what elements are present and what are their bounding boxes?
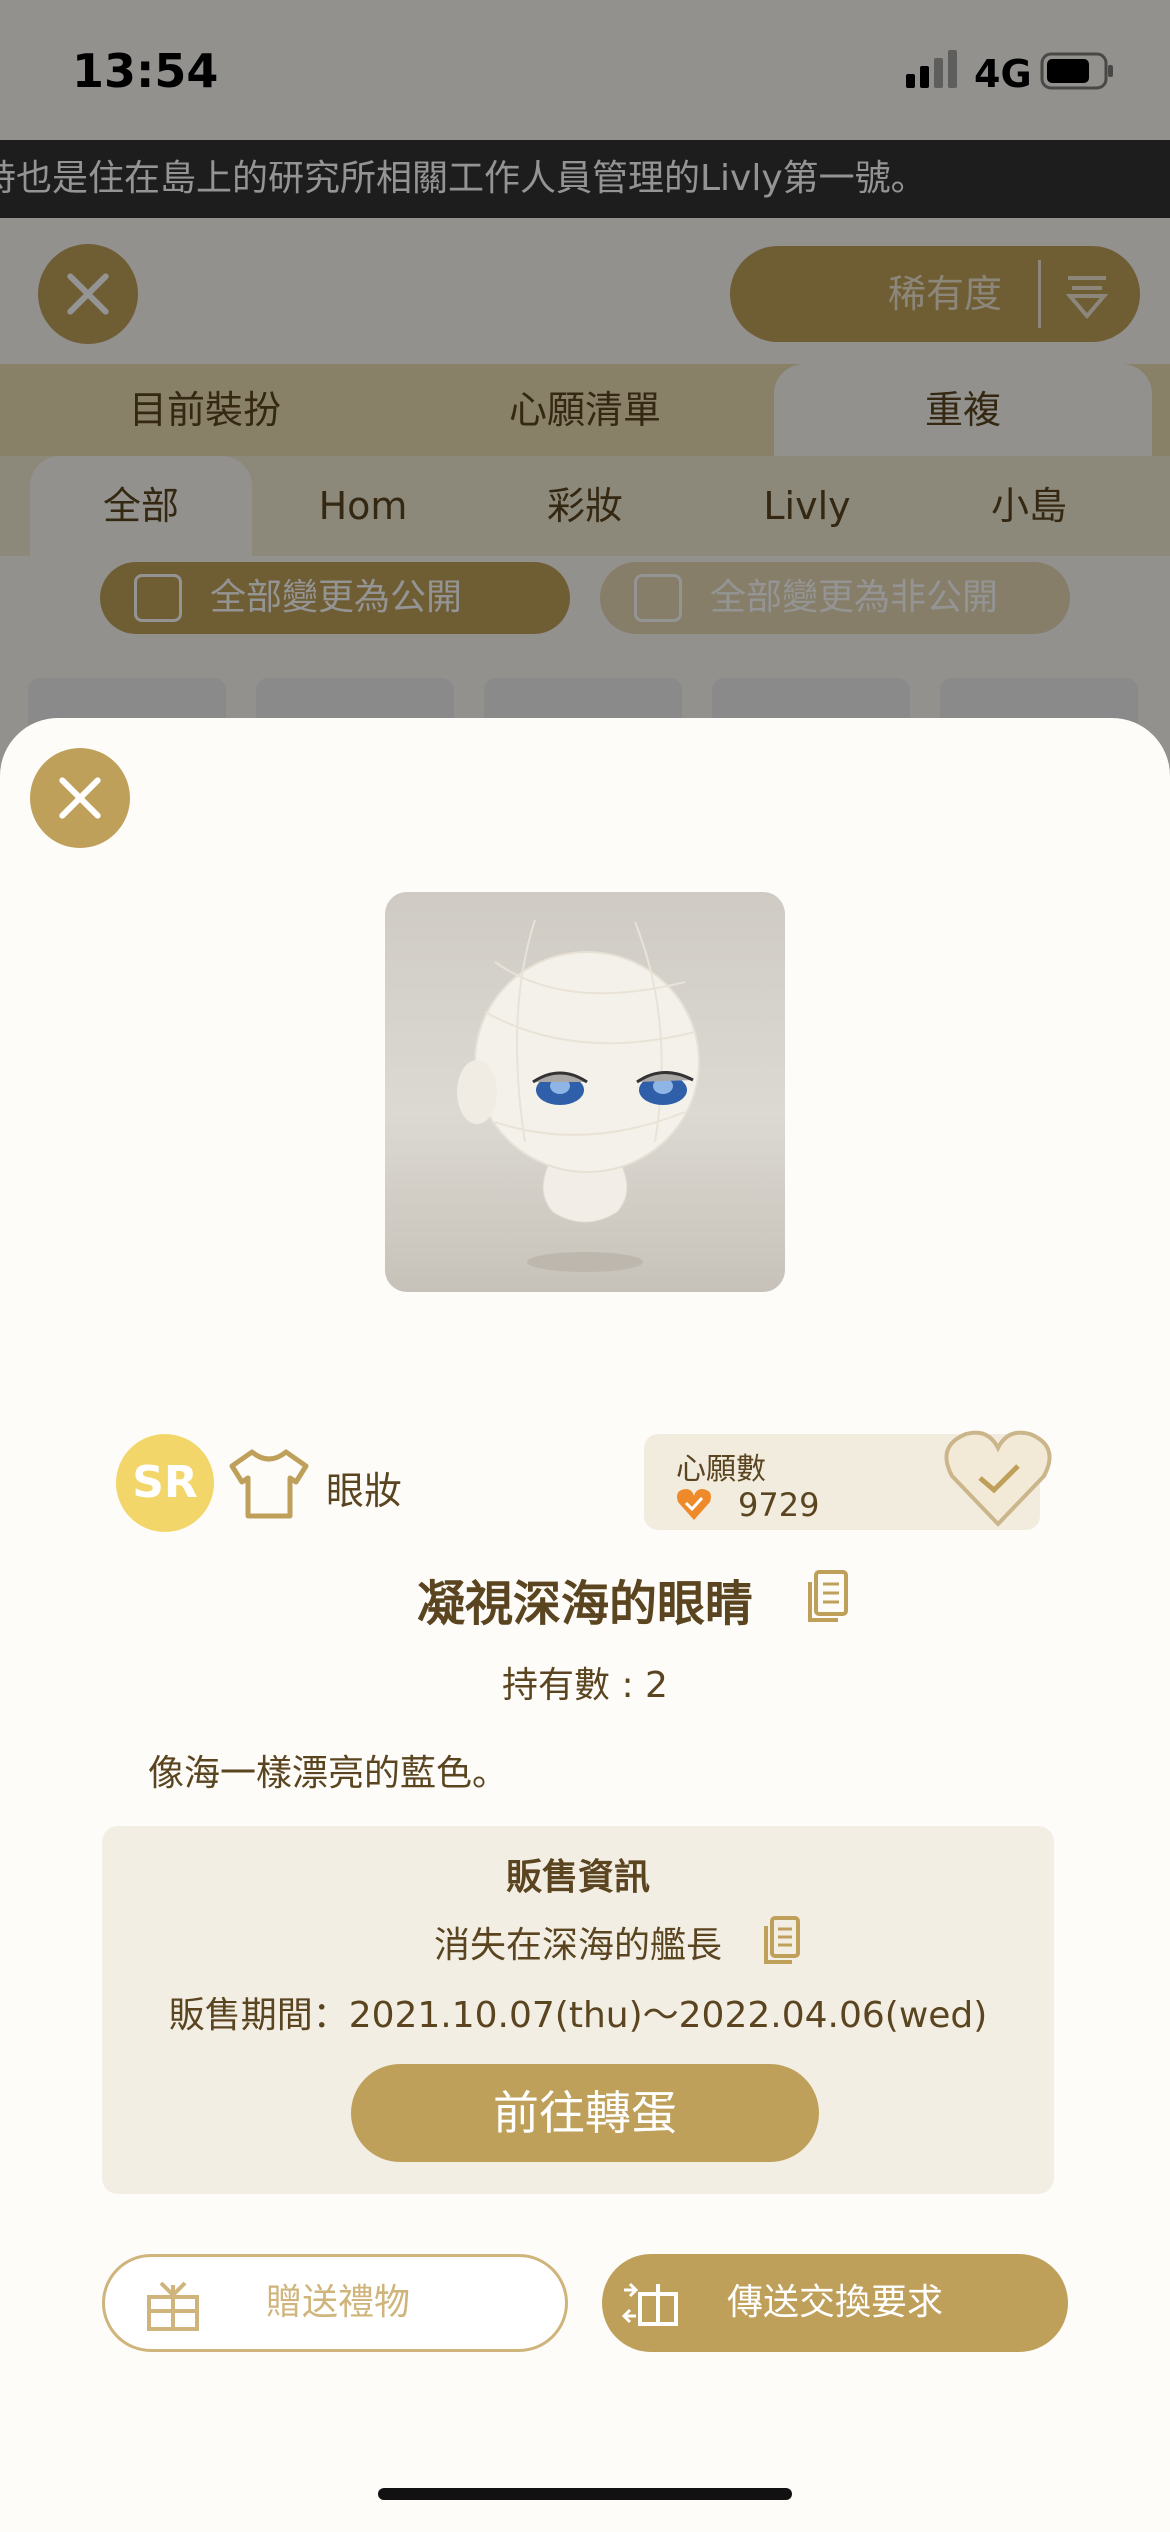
item-name: 凝視深海的眼睛 <box>416 1576 753 1632</box>
close-sheet-button[interactable] <box>30 748 130 848</box>
copy-icon[interactable] <box>804 1568 850 1624</box>
copy-icon[interactable] <box>762 1914 802 1966</box>
wish-count: 9729 <box>738 1486 820 1524</box>
sale-info-title: 販售資訊 <box>505 1857 650 1898</box>
send-gift-label: 贈送禮物 <box>265 2282 410 2323</box>
item-description: 像海一樣漂亮的藍色。 <box>148 1753 509 1794</box>
sale-period: 販售期間：2021.10.07(thu)〜2022.04.06(wed) <box>168 1995 988 2036</box>
tshirt-icon <box>229 1449 309 1519</box>
send-gift-button[interactable]: 贈送禮物 <box>102 2254 568 2352</box>
go-to-gacha-button[interactable]: 前往轉蛋 <box>351 2064 819 2162</box>
trade-request-label: 傳送交換要求 <box>726 2282 943 2323</box>
wish-label: 心願數 <box>676 1452 766 1487</box>
home-indicator[interactable] <box>378 2488 792 2500</box>
item-name-row: 凝視深海的眼睛 <box>0 1564 1170 1634</box>
gacha-name: 消失在深海的艦長 <box>433 1925 722 1966</box>
item-category: 眼妝 <box>326 1469 403 1513</box>
owned-count: 持有數 : 2 <box>502 1665 668 1706</box>
item-image <box>385 892 785 1292</box>
mannequin-head-image <box>457 919 700 1272</box>
trade-request-button[interactable]: 傳送交換要求 <box>602 2254 1068 2352</box>
wishlist-heart-button[interactable] <box>940 1426 1056 1532</box>
rarity-badge: SR <box>116 1434 214 1532</box>
heart-icon <box>677 1489 711 1520</box>
